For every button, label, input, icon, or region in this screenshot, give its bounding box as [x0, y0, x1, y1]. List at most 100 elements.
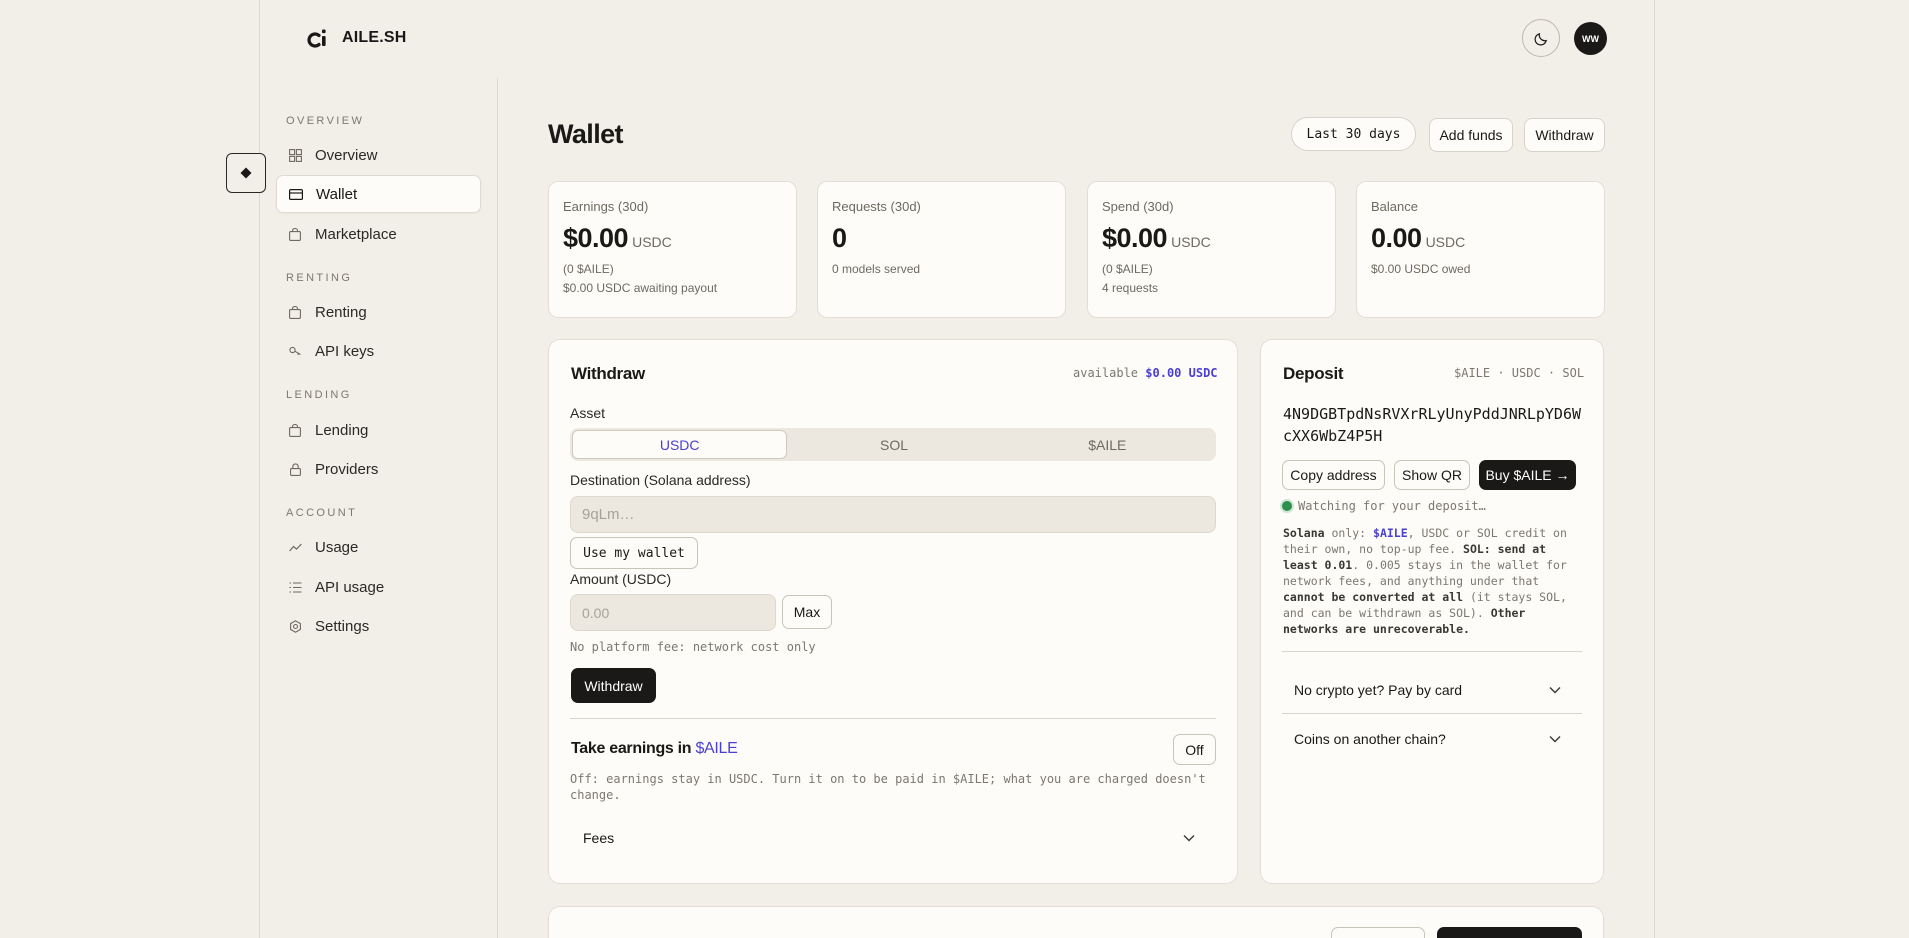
sidebar-item-label: Settings — [315, 617, 370, 635]
nav-section-lending: LENDING — [286, 389, 352, 401]
sidebar-item-usage[interactable]: Usage — [276, 528, 481, 566]
sidebar-item-label: Renting — [315, 303, 367, 321]
sidebar-item-label: API keys — [315, 342, 375, 360]
bag-icon — [288, 227, 302, 241]
page-title: Wallet — [548, 119, 624, 149]
logo-icon — [307, 29, 326, 48]
asset-option-sol[interactable]: SOL — [787, 430, 1000, 459]
earnings-note: Off: earnings stay in USDC. Turn it on t… — [570, 771, 1206, 803]
fees-label: Fees — [583, 830, 615, 846]
earnings-note-line: change. — [570, 788, 621, 802]
stat-card-earnings: Earnings (30d) $0.00 USDC (0 $AILE) $0.0… — [548, 181, 797, 318]
copy-address-button[interactable]: Copy address — [1282, 460, 1385, 490]
amount-input[interactable]: 0.00 — [570, 594, 776, 631]
chevron-down-icon — [1183, 835, 1195, 842]
asset-selector: USDC SOL $AILE — [570, 428, 1216, 461]
sidebar-item-providers[interactable]: Providers — [276, 450, 481, 488]
fees-accordion[interactable]: Fees — [583, 827, 1195, 849]
other-chain-accordion[interactable]: Coins on another chain? — [1294, 728, 1561, 750]
stat-value: 0 — [832, 223, 847, 253]
avatar[interactable]: WW — [1574, 22, 1607, 55]
sidebar-item-api-keys[interactable]: API keys — [276, 332, 481, 370]
left-frame-line — [259, 0, 260, 938]
nav-section-renting: RENTING — [286, 272, 353, 284]
destination-input[interactable]: 9qLm… — [570, 496, 1216, 533]
sidebar-item-marketplace[interactable]: Marketplace — [276, 215, 481, 253]
next-panel-outline-button[interactable] — [1331, 927, 1425, 938]
sidebar-item-lending[interactable]: Lending — [276, 411, 481, 449]
withdraw-header-button[interactable]: Withdraw — [1524, 118, 1605, 152]
status-text: Watching for your deposit… — [1298, 499, 1486, 513]
sidebar-item-label: Marketplace — [315, 225, 397, 243]
date-range-button[interactable]: Last 30 days — [1291, 117, 1416, 151]
stat-sub: $0.00 USDC awaiting payout — [563, 281, 718, 295]
destination-label: Destination (Solana address) — [570, 472, 751, 488]
earnings-toggle-button[interactable]: Off — [1173, 734, 1216, 765]
stat-unit: USDC — [1425, 234, 1466, 250]
stat-value: 0.00 — [1371, 223, 1422, 253]
withdraw-submit-button[interactable]: Withdraw — [571, 668, 656, 703]
buy-aile-button[interactable]: Buy $AILE → — [1479, 460, 1576, 490]
stat-unit: USDC — [632, 234, 672, 250]
available-balance: available $0.00 USDC — [1073, 366, 1218, 380]
deposit-divider — [1282, 713, 1582, 714]
list-icon — [288, 580, 302, 594]
deposit-title: Deposit — [1283, 364, 1344, 383]
add-funds-button[interactable]: Add funds — [1429, 118, 1513, 152]
deposit-note-warning: cannot be converted at all — [1283, 590, 1464, 604]
pay-by-card-accordion[interactable]: No crypto yet? Pay by card — [1294, 679, 1561, 701]
max-button[interactable]: Max — [782, 595, 832, 629]
diamond-icon — [240, 167, 252, 179]
available-value: $0.00 USDC — [1145, 366, 1218, 380]
deposit-note-chain: Solana — [1283, 526, 1325, 540]
sidebar-item-wallet[interactable]: Wallet — [276, 175, 481, 213]
wallet-icon — [289, 187, 303, 201]
sidebar-toggle-button[interactable] — [226, 153, 266, 193]
gear-icon — [288, 619, 302, 633]
deposit-divider — [1282, 651, 1582, 652]
asset-option-aile[interactable]: $AILE — [1001, 430, 1214, 459]
sidebar-item-label: Lending — [315, 421, 369, 439]
stat-label: Requests (30d) — [832, 199, 921, 214]
earnings-title-token: $AILE — [695, 740, 738, 757]
sidebar-item-overview[interactable]: Overview — [276, 136, 481, 174]
theme-toggle-button[interactable] — [1522, 19, 1560, 57]
asset-option-usdc[interactable]: USDC — [572, 430, 788, 459]
asset-label: Asset — [570, 405, 606, 421]
nav-section-account: ACCOUNT — [286, 507, 358, 519]
stat-sub: 0 models served — [832, 262, 921, 276]
sidebar-item-label: Wallet — [316, 185, 358, 203]
chevron-down-icon — [1549, 736, 1561, 743]
show-qr-button[interactable]: Show QR — [1394, 460, 1470, 490]
earnings-title-prefix: Take earnings in — [571, 740, 692, 757]
bag-icon — [288, 305, 302, 319]
amount-label: Amount (USDC) — [570, 571, 672, 587]
available-prefix: available — [1073, 366, 1139, 380]
stat-sub: (0 $AILE) — [1102, 262, 1153, 276]
deposit-address[interactable]: 4N9DGBTpdNsRVXrRLyUnyPddJNRLpYD6W cXX6Wb… — [1283, 403, 1581, 447]
right-frame-line — [1654, 0, 1655, 938]
stat-card-requests: Requests (30d) 0 0 models served — [817, 181, 1066, 318]
sidebar-item-api-usage[interactable]: API usage — [276, 568, 481, 606]
nav-section-overview: OVERVIEW — [286, 115, 365, 127]
sidebar-item-renting[interactable]: Renting — [276, 293, 481, 331]
earnings-note-line: Off: earnings stay in USDC. Turn it on t… — [570, 772, 1206, 786]
use-my-wallet-button[interactable]: Use my wallet — [570, 537, 698, 569]
deposit-address-line: 4N9DGBTpdNsRVXrRLyUnyPddJNRLpYD6W — [1283, 405, 1582, 423]
earnings-title: Take earnings in $AILE — [571, 740, 738, 758]
chevron-down-icon — [1549, 687, 1561, 694]
deposit-note: Solana only: $AILE, USDC or SOL credit o… — [1283, 525, 1583, 637]
stat-card-balance: Balance 0.00 USDC $0.00 USDC owed — [1356, 181, 1605, 318]
stat-label: Spend (30d) — [1102, 199, 1174, 214]
brand[interactable]: AILE.SH — [306, 26, 407, 50]
sidebar-item-label: Overview — [315, 146, 378, 164]
brand-name: AILE.SH — [342, 29, 407, 46]
stat-unit: USDC — [1171, 234, 1211, 250]
stat-value: $0.00 — [1102, 223, 1168, 253]
sidebar-item-settings[interactable]: Settings — [276, 607, 481, 645]
stat-card-spend: Spend (30d) $0.00 USDC (0 $AILE) 4 reque… — [1087, 181, 1336, 318]
sidebar-divider — [497, 78, 498, 938]
stat-sub: $0.00 USDC owed — [1371, 262, 1471, 276]
next-panel-primary-button[interactable] — [1437, 927, 1582, 938]
stat-label: Balance — [1371, 199, 1418, 214]
